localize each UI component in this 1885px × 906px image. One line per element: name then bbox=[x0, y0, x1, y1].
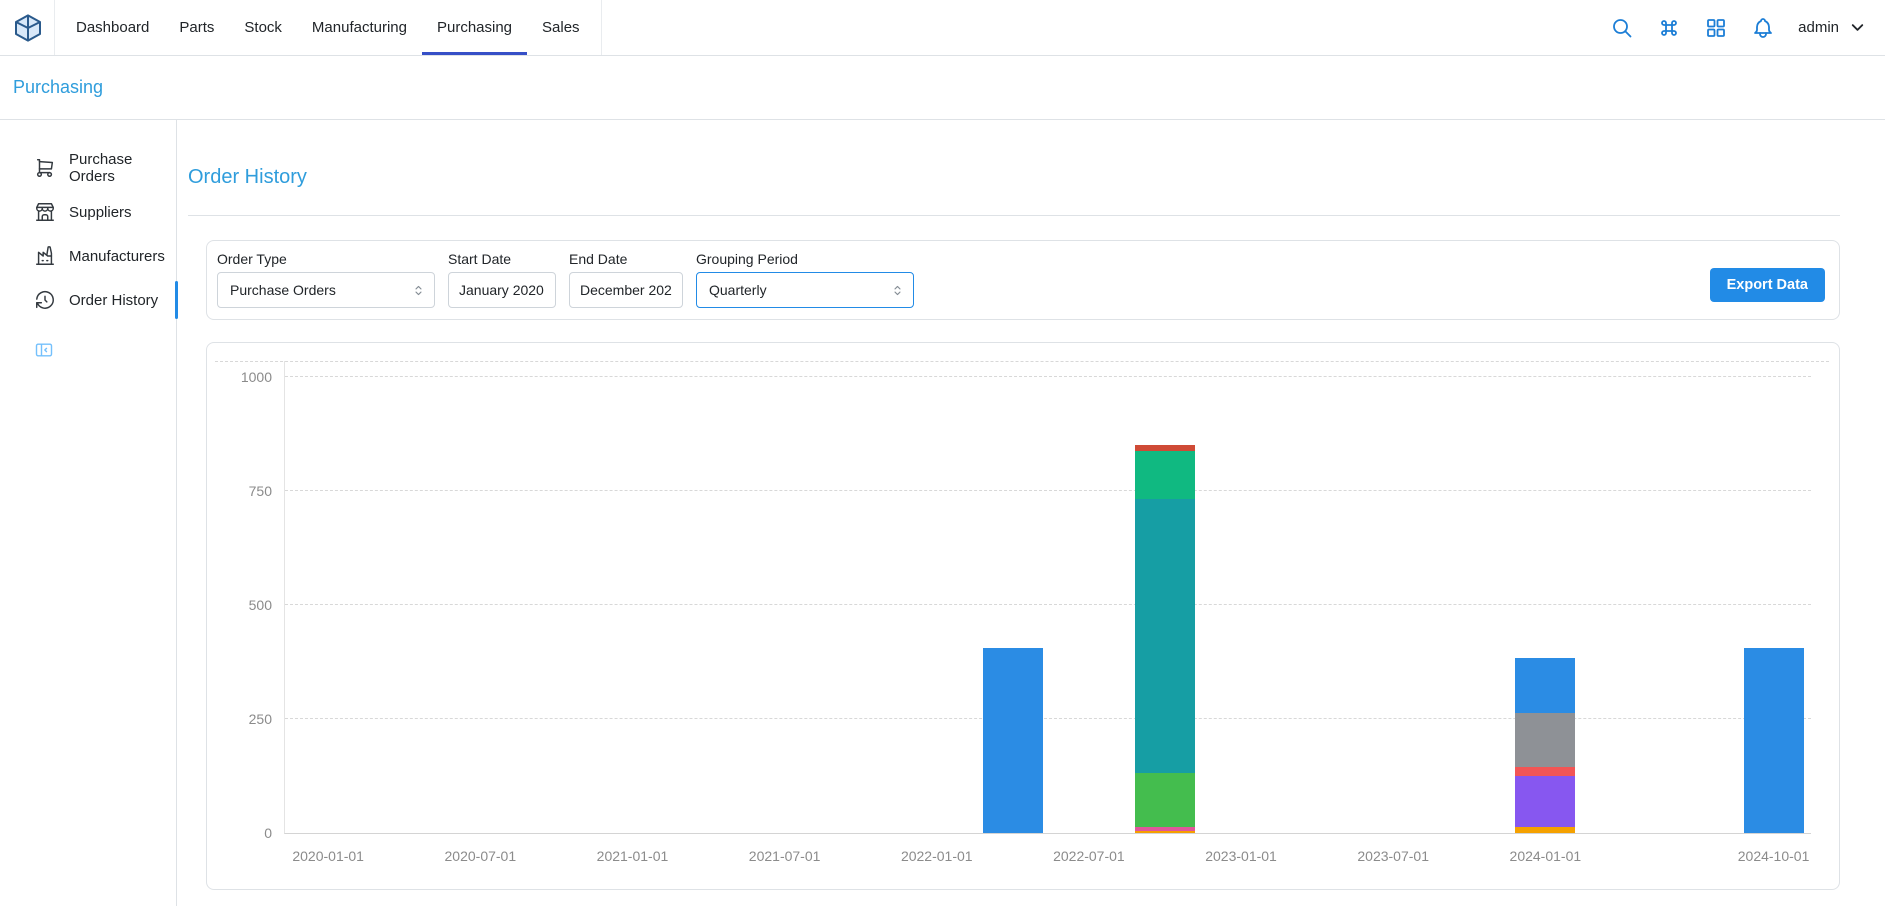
content-row: Purchase Orders Suppliers Manufacturers … bbox=[0, 120, 1885, 906]
tab-dashboard[interactable]: Dashboard bbox=[61, 0, 164, 55]
sidebar: Purchase Orders Suppliers Manufacturers … bbox=[0, 120, 177, 906]
selector-chevrons-icon bbox=[890, 283, 905, 298]
x-axis-tick-label: 2024-10-01 bbox=[1738, 848, 1810, 864]
plot-area: 025050075010002020-01-012020-07-012021-0… bbox=[284, 361, 1811, 834]
end-date-label: End Date bbox=[569, 251, 683, 267]
sidebar-item-manufacturers[interactable]: Manufacturers bbox=[0, 234, 176, 278]
tab-manufacturing[interactable]: Manufacturing bbox=[297, 0, 422, 55]
tab-sales[interactable]: Sales bbox=[527, 0, 595, 55]
x-axis-tick-label: 2023-01-01 bbox=[1205, 848, 1277, 864]
x-axis-tick-label: 2023-07-01 bbox=[1357, 848, 1429, 864]
history-clock-icon bbox=[34, 289, 56, 311]
y-axis-tick-label: 250 bbox=[249, 712, 272, 726]
start-date-label: Start Date bbox=[448, 251, 556, 267]
tab-purchasing[interactable]: Purchasing bbox=[422, 0, 527, 55]
bar-segment bbox=[1135, 773, 1195, 827]
apps-grid-icon[interactable] bbox=[1704, 16, 1728, 40]
order-type-value: Purchase Orders bbox=[230, 282, 336, 298]
y-gridline bbox=[285, 718, 1811, 719]
bar-segment bbox=[1135, 499, 1195, 774]
bar-segment bbox=[1515, 827, 1575, 833]
order-type-field: Order Type Purchase Orders bbox=[217, 251, 435, 308]
sidebar-item-purchase-orders[interactable]: Purchase Orders bbox=[0, 146, 176, 190]
grouping-period-label: Grouping Period bbox=[696, 251, 914, 267]
order-type-label: Order Type bbox=[217, 251, 435, 267]
y-axis-tick-label: 750 bbox=[249, 484, 272, 498]
end-date-field: End Date bbox=[569, 251, 683, 308]
start-date-input[interactable] bbox=[448, 272, 556, 308]
navbar-right: admin bbox=[1610, 16, 1867, 40]
bar-segment bbox=[1515, 767, 1575, 776]
building-store-icon bbox=[34, 201, 56, 223]
user-menu[interactable]: admin bbox=[1798, 18, 1867, 37]
breadcrumb-purchasing[interactable]: Purchasing bbox=[13, 77, 103, 98]
x-axis-tick-label: 2020-01-01 bbox=[292, 848, 364, 864]
sidebar-item-label: Suppliers bbox=[69, 204, 132, 221]
top-navbar: Dashboard Parts Stock Manufacturing Purc… bbox=[0, 0, 1885, 56]
app-logo-icon[interactable] bbox=[12, 12, 44, 44]
x-axis-tick-label: 2020-07-01 bbox=[445, 848, 517, 864]
x-axis-tick-label: 2022-01-01 bbox=[901, 848, 973, 864]
bar-segment bbox=[1515, 776, 1575, 827]
export-data-button[interactable]: Export Data bbox=[1710, 268, 1825, 302]
sidebar-item-label: Purchase Orders bbox=[69, 151, 176, 185]
tab-stock[interactable]: Stock bbox=[229, 0, 297, 55]
start-date-field: Start Date bbox=[448, 251, 556, 308]
x-axis-tick-label: 2022-07-01 bbox=[1053, 848, 1125, 864]
main-nav-tabs: Dashboard Parts Stock Manufacturing Purc… bbox=[54, 0, 602, 55]
chart-bar-2024-10-01[interactable] bbox=[1744, 648, 1804, 833]
bar-segment bbox=[1744, 648, 1804, 833]
order-type-select[interactable]: Purchase Orders bbox=[217, 272, 435, 308]
bar-segment bbox=[1135, 831, 1195, 833]
shopping-cart-icon bbox=[34, 157, 56, 179]
bar-segment bbox=[1515, 658, 1575, 714]
tab-parts[interactable]: Parts bbox=[164, 0, 229, 55]
page-title: Order History bbox=[188, 166, 1840, 189]
search-icon[interactable] bbox=[1610, 16, 1634, 40]
navbar-left: Dashboard Parts Stock Manufacturing Purc… bbox=[10, 0, 602, 55]
collapse-sidebar-icon[interactable] bbox=[34, 340, 54, 360]
selector-chevrons-icon bbox=[411, 283, 426, 298]
breadcrumb-bar: Purchasing bbox=[0, 56, 1885, 120]
sidebar-item-label: Order History bbox=[69, 292, 158, 309]
chart-top-gridline bbox=[215, 361, 1829, 362]
command-icon[interactable] bbox=[1657, 16, 1681, 40]
y-axis-tick-label: 0 bbox=[264, 826, 272, 840]
heading-divider bbox=[188, 215, 1840, 216]
filter-panel: Order Type Purchase Orders Start Date En… bbox=[206, 240, 1840, 320]
sidebar-item-order-history[interactable]: Order History bbox=[0, 278, 176, 322]
grouping-period-value: Quarterly bbox=[709, 282, 767, 298]
chart-bar-2024-01-01[interactable] bbox=[1515, 658, 1575, 833]
y-gridline bbox=[285, 376, 1811, 377]
bar-segment bbox=[983, 648, 1043, 833]
main-panel: Order History Order Type Purchase Orders… bbox=[177, 120, 1885, 906]
grouping-period-select[interactable]: Quarterly bbox=[696, 272, 914, 308]
end-date-input[interactable] bbox=[569, 272, 683, 308]
chart-bar-2022-04-01[interactable] bbox=[983, 648, 1043, 833]
x-axis-tick-label: 2021-07-01 bbox=[749, 848, 821, 864]
y-gridline bbox=[285, 604, 1811, 605]
chart-card: 0 250 500 750 1000 2020-01-01 2020-07-01 2021-0… bbox=[206, 342, 1840, 890]
username: admin bbox=[1798, 19, 1839, 36]
chart-bar-2022-10-01[interactable] bbox=[1135, 445, 1195, 833]
bar-segment bbox=[1515, 713, 1575, 767]
sidebar-item-suppliers[interactable]: Suppliers bbox=[0, 190, 176, 234]
x-axis-tick-label: 2021-01-01 bbox=[597, 848, 669, 864]
y-axis-tick-label: 1000 bbox=[241, 370, 272, 384]
building-factory-icon bbox=[34, 245, 56, 267]
bell-icon[interactable] bbox=[1751, 16, 1775, 40]
y-gridline bbox=[285, 490, 1811, 491]
bar-segment bbox=[1135, 451, 1195, 499]
sidebar-item-label: Manufacturers bbox=[69, 248, 165, 265]
x-axis-tick-label: 2024-01-01 bbox=[1510, 848, 1582, 864]
grouping-period-field: Grouping Period Quarterly bbox=[696, 251, 914, 308]
y-axis-tick-label: 500 bbox=[249, 598, 272, 612]
chevron-down-icon bbox=[1848, 18, 1867, 37]
